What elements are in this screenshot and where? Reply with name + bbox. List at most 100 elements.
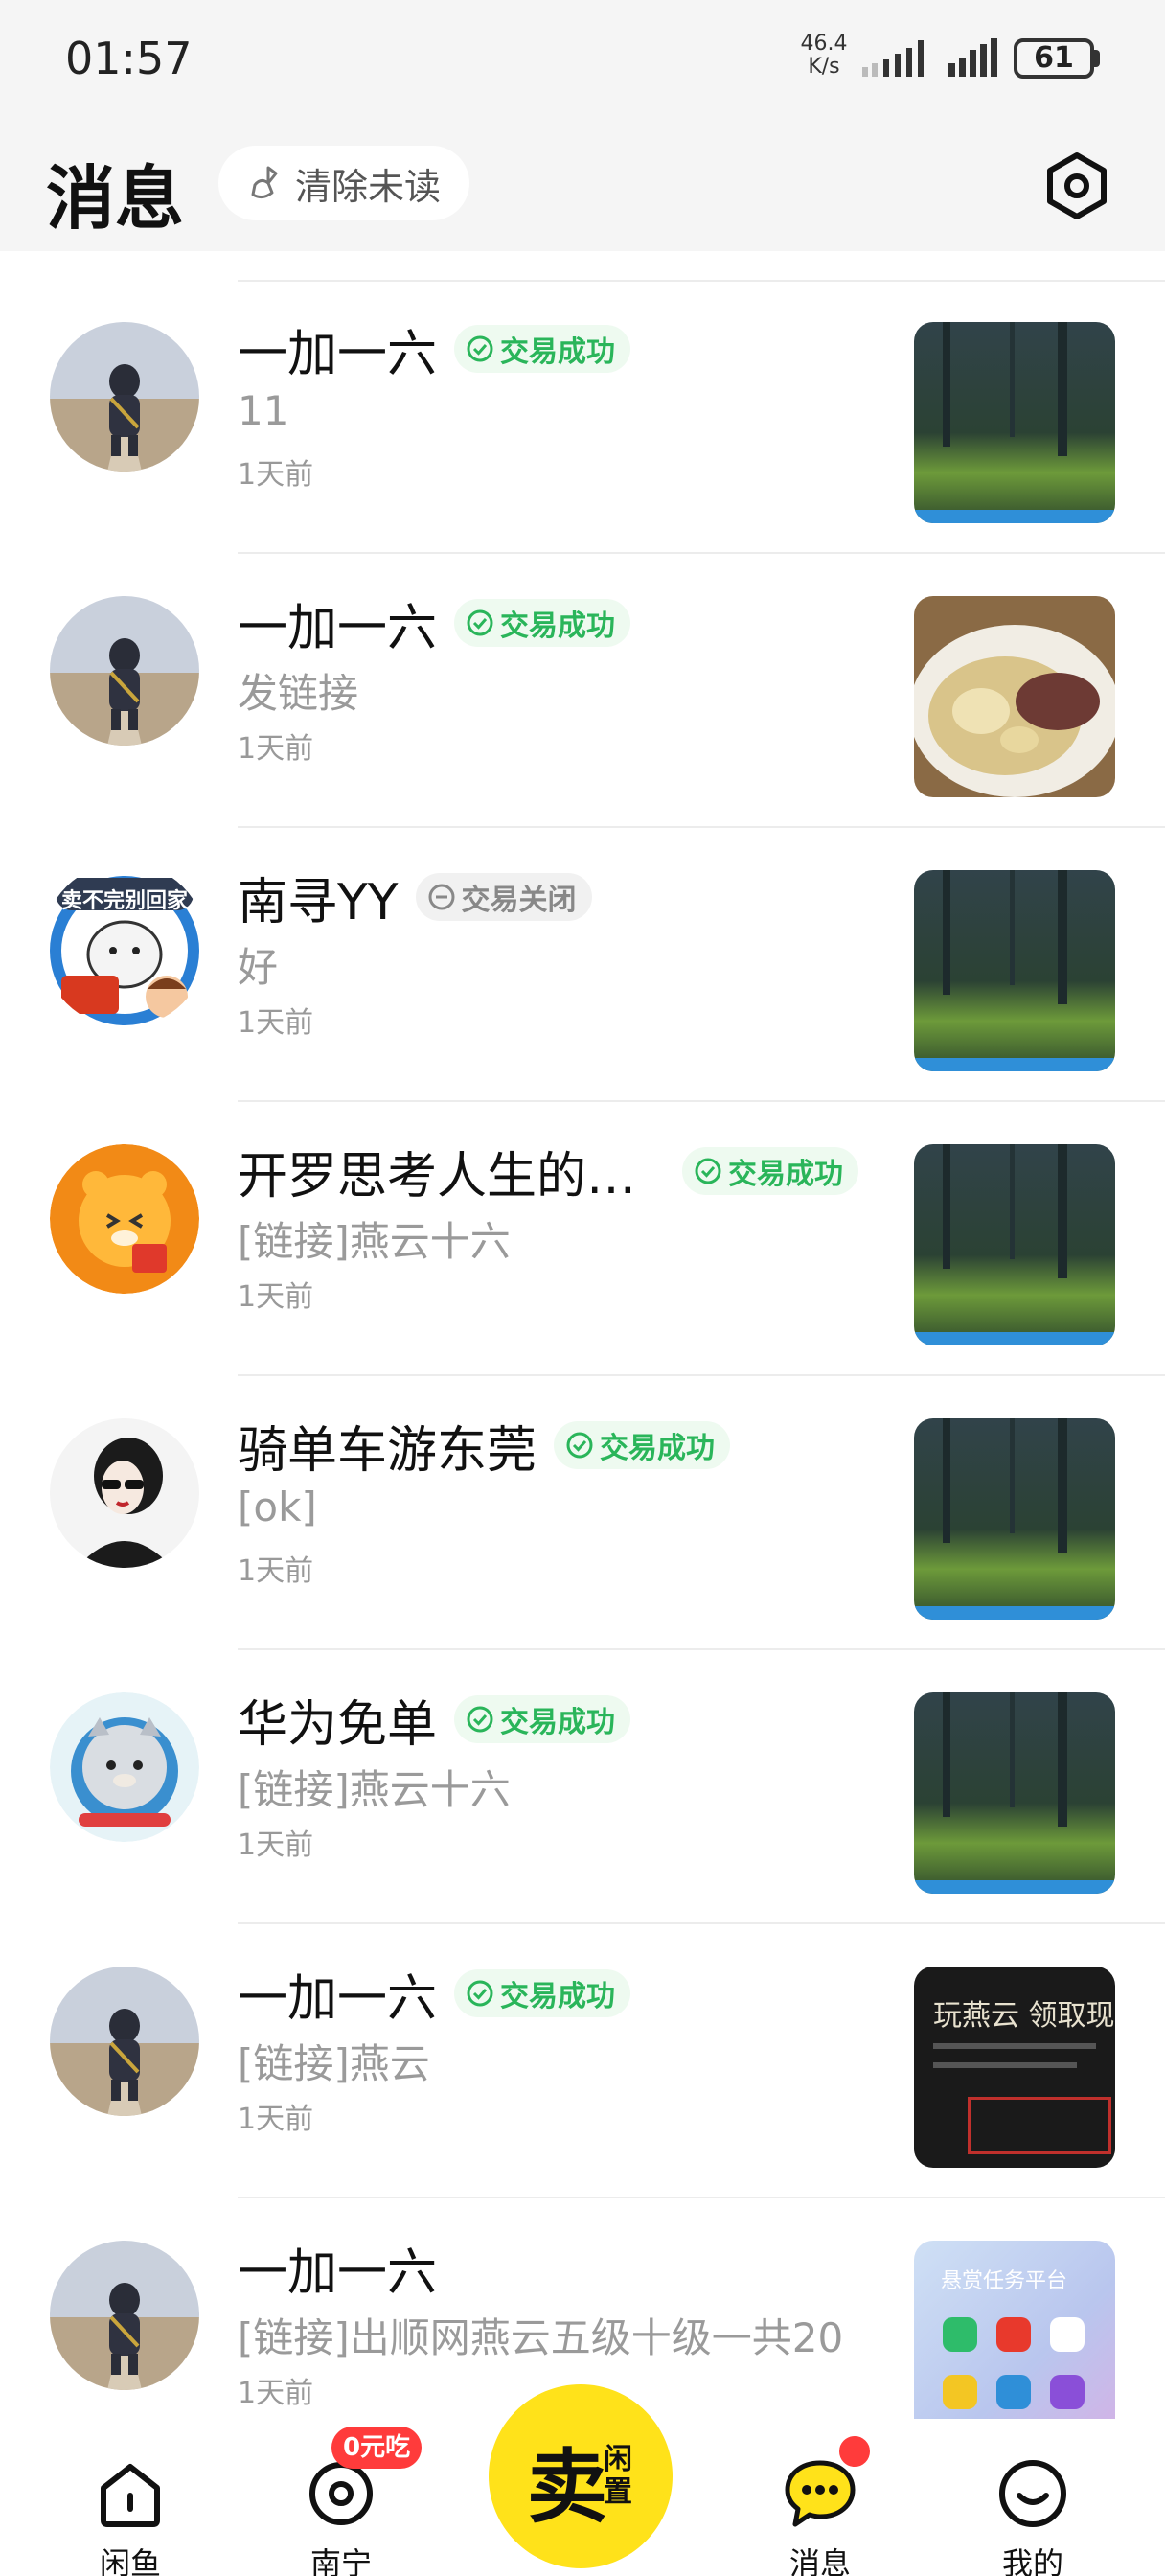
message-preview: [链接]燕云十六 — [238, 1766, 511, 1813]
tab-mine[interactable]: 我的 — [966, 2457, 1100, 2576]
item-thumbnail[interactable] — [914, 1692, 1115, 1894]
avatar[interactable]: 卖不完别回家 — [42, 862, 207, 1027]
message-preview: [链接]燕云十六 — [238, 1218, 511, 1265]
avatar[interactable] — [50, 1966, 199, 2116]
clear-unread-label: 清除未读 — [295, 165, 442, 208]
thumbnail-highlight-box — [968, 2097, 1111, 2154]
avatar[interactable] — [50, 322, 199, 472]
conversation-item[interactable]: 开罗思考人生的… 交易成功 [链接]燕云十六 1天前 — [0, 1102, 1165, 1376]
unread-dot — [835, 2432, 874, 2471]
tab-home-label: 闲鱼 — [99, 2545, 161, 2576]
tab-messages-label: 消息 — [788, 2545, 851, 2576]
contact-name: 骑单车游东莞 — [238, 1421, 537, 1480]
clear-unread-button[interactable]: 清除未读 — [218, 146, 469, 220]
message-time: 1天前 — [238, 1828, 314, 1862]
item-thumbnail[interactable]: 悬赏任务平台 — [914, 2241, 1115, 2419]
conversation-list[interactable]: 一加一六 交易成功 11 1天前 一加一六 交易成功 发链接 1天前 卖不完别回… — [0, 251, 1165, 2419]
message-preview: [ok] — [238, 1484, 317, 1530]
item-thumbnail[interactable]: 玩燕云 领取现 — [914, 1966, 1115, 2168]
message-time: 1天前 — [238, 2103, 314, 2136]
contact-name: 一加一六 — [238, 2243, 438, 2302]
avatar[interactable] — [50, 2241, 199, 2390]
conversation-item[interactable]: 一加一六 交易成功 [链接]燕云 1天前 玩燕云 领取现 — [0, 1924, 1165, 2198]
check-circle-icon — [695, 1158, 721, 1184]
home-icon — [101, 2464, 160, 2527]
avatar[interactable] — [50, 1418, 199, 1568]
message-time: 1天前 — [238, 732, 314, 766]
message-preview: 好 — [238, 944, 279, 991]
message-time: 1天前 — [238, 1006, 314, 1040]
message-preview: [链接]燕云 — [238, 2040, 430, 2087]
avatar[interactable] — [50, 1692, 199, 1842]
status-badge: 交易成功 — [454, 1969, 631, 2017]
status-badge: 交易成功 — [554, 1421, 731, 1469]
conversation-item[interactable]: 一加一六 交易成功 发链接 1天前 — [0, 554, 1165, 828]
contact-name: 一加一六 — [238, 325, 438, 383]
message-preview: 发链接 — [238, 670, 359, 717]
settings-icon[interactable] — [1042, 151, 1111, 220]
avatar[interactable] — [50, 596, 199, 746]
header: 消息 清除未读 — [0, 125, 1165, 251]
sell-button-label: 卖 — [527, 2440, 608, 2534]
message-time: 1天前 — [238, 2377, 314, 2410]
item-thumbnail[interactable] — [914, 596, 1115, 797]
app-icon — [996, 2317, 1031, 2352]
smile-face-icon — [999, 2460, 1066, 2527]
tab-mine-label: 我的 — [1001, 2545, 1063, 2576]
status-badge: 交易成功 — [454, 1695, 631, 1743]
signal-2-icon — [948, 38, 997, 77]
status-time: 01:57 — [65, 33, 193, 84]
signal-1-icon — [862, 40, 924, 77]
thumbnail-line — [933, 2043, 1096, 2049]
item-thumbnail[interactable] — [914, 1144, 1115, 1346]
tab-local-label: 南宁 — [309, 2545, 372, 2576]
check-circle-icon — [566, 1432, 593, 1459]
contact-name: 一加一六 — [238, 599, 438, 657]
item-thumbnail[interactable] — [914, 1418, 1115, 1620]
network-speed: 46.4 K/s — [800, 32, 848, 79]
check-circle-icon — [467, 1980, 493, 2007]
sell-button[interactable]: 卖 闲置 — [489, 2384, 673, 2568]
message-preview: 11 — [238, 387, 289, 434]
contact-name: 南寻YY — [238, 873, 399, 932]
check-circle-icon — [467, 610, 493, 636]
message-time: 1天前 — [238, 1280, 314, 1314]
conversation-item[interactable]: 卖不完别回家 南寻YY 交易关闭 好 1天前 — [0, 828, 1165, 1102]
tab-messages[interactable]: 消息 — [753, 2457, 887, 2576]
contact-name: 一加一六 — [238, 1969, 438, 2028]
status-badge: 交易成功 — [454, 599, 631, 647]
message-time: 1天前 — [238, 1554, 314, 1588]
thumbnail-caption: 悬赏任务平台 — [941, 2269, 1068, 2293]
status-bar: 01:57 46.4 K/s 61 — [0, 0, 1165, 125]
item-thumbnail[interactable] — [914, 870, 1115, 1071]
tab-home[interactable]: 闲鱼 — [63, 2457, 197, 2576]
app-icon — [1050, 2375, 1085, 2409]
conversation-item[interactable]: 华为免单 交易成功 [链接]燕云十六 1天前 — [0, 1650, 1165, 1924]
contact-name: 华为免单 — [238, 1695, 438, 1754]
status-badge: 交易关闭 — [415, 873, 592, 921]
avatar[interactable] — [50, 1144, 199, 1294]
battery-indicator: 61 — [1014, 38, 1094, 79]
app-icon — [943, 2375, 977, 2409]
contact-name: 开罗思考人生的… — [238, 1147, 637, 1206]
local-promo-badge: 0元吃 — [331, 2426, 423, 2469]
app-icon — [996, 2375, 1031, 2409]
page-title: 消息 — [46, 158, 185, 239]
conversation-item[interactable]: 骑单车游东莞 交易成功 [ok] 1天前 — [0, 1376, 1165, 1650]
thumbnail-line — [933, 2062, 1077, 2068]
broom-icon — [251, 166, 278, 199]
item-thumbnail[interactable] — [914, 322, 1115, 523]
sell-button-sublabel: 闲置 — [604, 2443, 632, 2509]
thumbnail-caption: 玩燕云 领取现 — [933, 1999, 1115, 2033]
app-icon — [943, 2317, 977, 2352]
message-time: 1天前 — [238, 458, 314, 492]
tab-local[interactable]: 南宁 — [274, 2457, 408, 2576]
message-preview: [链接]出顺网燕云五级十级一共20 — [238, 2314, 844, 2361]
app-icon — [1050, 2317, 1085, 2352]
conversation-item[interactable]: 一加一六 交易成功 11 1天前 — [0, 280, 1165, 554]
battery-tip — [1094, 50, 1100, 67]
status-badge: 交易成功 — [454, 325, 631, 373]
minus-circle-icon — [428, 884, 455, 910]
status-badge: 交易成功 — [682, 1147, 859, 1195]
avatar-caption: 卖不完别回家 — [60, 889, 188, 913]
